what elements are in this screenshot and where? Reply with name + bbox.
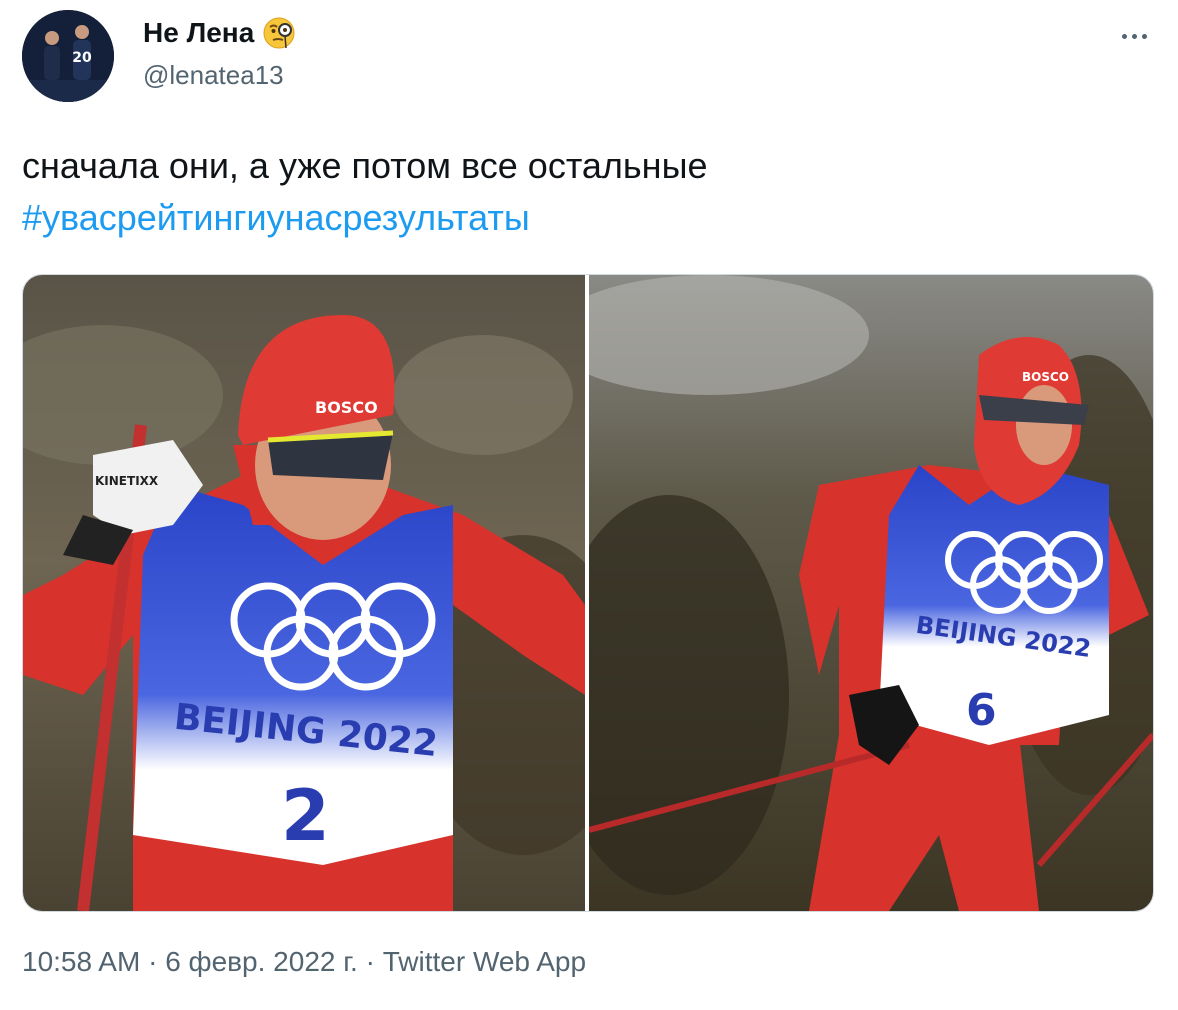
more-dot [1121,33,1127,39]
hat-brand: BOSCO [1022,370,1069,384]
avatar[interactable]: 20 [22,10,114,102]
meta-separator: · [148,946,158,977]
tweet-date[interactable]: 6 февр. 2022 г. [165,946,358,977]
more-dot [1141,33,1147,39]
meta-separator: · [365,946,375,977]
author-display-name[interactable]: Не Лена [143,17,254,49]
glove-brand: KINETIXX [95,474,159,488]
media-grid: BEIJING 2022 2 BOSCO KINETIXX BEIJING 20… [22,274,1154,912]
avatar-image: 20 [22,10,114,102]
photo-skier-6[interactable]: BEIJING 2022 6 BOSCO [589,275,1153,911]
bib-number: 6 [966,685,997,736]
author-name-row[interactable]: Не Лена [143,16,296,50]
tweet-time[interactable]: 10:58 AM [22,946,140,977]
svg-text:20: 20 [72,50,92,66]
author-handle[interactable]: @lenatea13 [143,60,284,91]
more-dot [1131,33,1137,39]
tweet-meta: 10:58 AM · 6 февр. 2022 г. · Twitter Web… [22,946,586,978]
photo-skier-2[interactable]: BEIJING 2022 2 BOSCO KINETIXX [23,275,585,911]
tweet-source[interactable]: Twitter Web App [383,946,586,977]
bib-number: 2 [281,775,330,857]
tweet-body: сначала они, а уже потом все остальные [22,145,708,186]
hat-brand: BOSCO [315,398,378,417]
more-horizontal-icon[interactable] [1116,18,1152,54]
face-with-monocle-icon [262,16,296,50]
hashtag-link[interactable]: #увасрейтингиунасрезультаты [22,192,1142,244]
tweet-text: сначала они, а уже потом все остальные #… [22,140,1142,244]
